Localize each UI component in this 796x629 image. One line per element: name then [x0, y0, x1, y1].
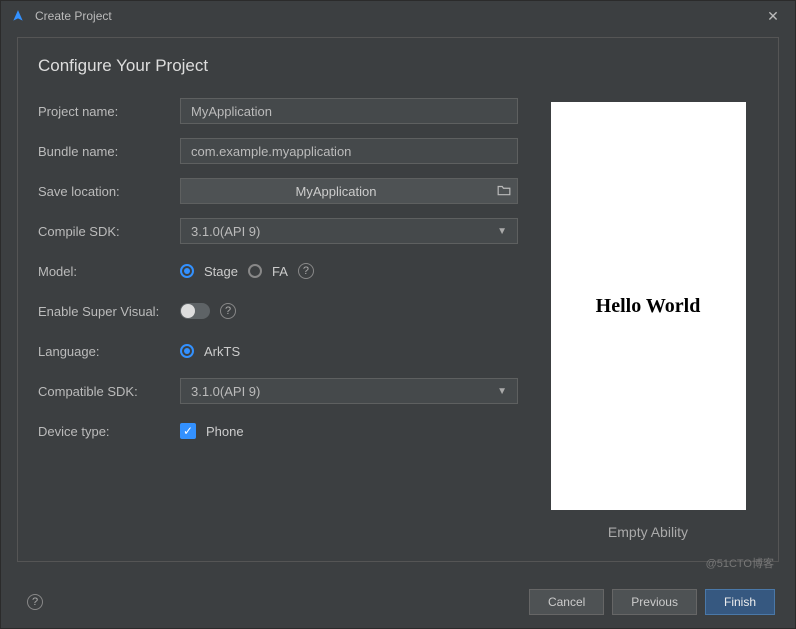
compatible-sdk-value: 3.1.0(API 9)	[191, 384, 260, 399]
page-title: Configure Your Project	[38, 56, 758, 76]
model-radio-fa[interactable]	[248, 264, 262, 278]
previous-button[interactable]: Previous	[612, 589, 697, 615]
preview-text: Hello World	[596, 295, 701, 318]
folder-icon[interactable]	[491, 183, 517, 199]
bundle-name-input[interactable]	[180, 138, 518, 164]
save-location-value: MyApplication	[181, 184, 491, 199]
model-option-fa: FA	[272, 264, 288, 279]
titlebar: Create Project ✕	[1, 1, 795, 31]
preview-device: Hello World	[551, 102, 746, 510]
help-icon[interactable]: ?	[298, 263, 314, 279]
window-title: Create Project	[35, 9, 112, 23]
device-type-checkbox-phone[interactable]: ✓	[180, 423, 196, 439]
label-project-name: Project name:	[38, 104, 180, 119]
footer: ? Cancel Previous Finish	[1, 576, 795, 628]
label-model: Model:	[38, 264, 180, 279]
model-option-stage: Stage	[204, 264, 238, 279]
watermark: @51CTO博客	[706, 555, 774, 571]
model-radio-stage[interactable]	[180, 264, 194, 278]
save-location-input[interactable]: MyApplication	[180, 178, 518, 204]
label-save-location: Save location:	[38, 184, 180, 199]
device-type-option-phone: Phone	[206, 424, 244, 439]
project-name-input[interactable]	[180, 98, 518, 124]
preview-column: Hello World Empty Ability	[538, 98, 758, 551]
label-compatible-sdk: Compatible SDK:	[38, 384, 180, 399]
label-compile-sdk: Compile SDK:	[38, 224, 180, 239]
language-radio-arkts[interactable]	[180, 344, 194, 358]
main-panel: Configure Your Project Project name: Bun…	[17, 37, 779, 562]
help-icon[interactable]: ?	[27, 594, 43, 610]
language-option-arkts: ArkTS	[204, 344, 240, 359]
close-icon[interactable]: ✕	[761, 8, 785, 25]
compile-sdk-select[interactable]: 3.1.0(API 9) ▼	[180, 218, 518, 244]
chevron-down-icon: ▼	[497, 226, 507, 237]
label-enable-super-visual: Enable Super Visual:	[38, 304, 180, 319]
finish-button[interactable]: Finish	[705, 589, 775, 615]
preview-caption: Empty Ability	[608, 524, 688, 540]
label-device-type: Device type:	[38, 424, 180, 439]
label-language: Language:	[38, 344, 180, 359]
compatible-sdk-select[interactable]: 3.1.0(API 9) ▼	[180, 378, 518, 404]
chevron-down-icon: ▼	[497, 386, 507, 397]
compile-sdk-value: 3.1.0(API 9)	[191, 224, 260, 239]
form-column: Project name: Bundle name: Save location…	[38, 98, 518, 551]
app-logo-icon	[11, 9, 25, 23]
enable-super-visual-toggle[interactable]	[180, 303, 210, 319]
label-bundle-name: Bundle name:	[38, 144, 180, 159]
help-icon[interactable]: ?	[220, 303, 236, 319]
cancel-button[interactable]: Cancel	[529, 589, 604, 615]
